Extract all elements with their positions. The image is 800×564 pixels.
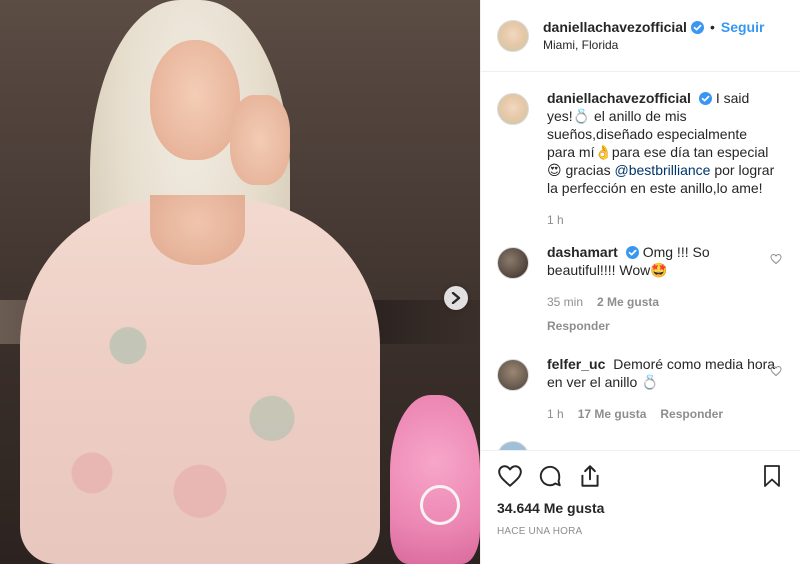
comment-username[interactable]: felfer_uc bbox=[547, 356, 605, 372]
comment-meta: 1 h 17 Me gusta Responder bbox=[547, 405, 777, 423]
author-row: daniellachavezofficial • Seguir bbox=[543, 19, 764, 35]
caption-mention-link[interactable]: @bestbrilliance bbox=[615, 162, 711, 178]
bookmark-icon[interactable] bbox=[760, 463, 784, 489]
comment-meta: 35 min 2 Me gusta bbox=[547, 293, 777, 311]
comment-text-block: dashamart Omg !!! So beautiful!!!! Wow🤩 … bbox=[547, 243, 777, 335]
commenter-avatar[interactable] bbox=[497, 247, 529, 279]
photo-pink-bear bbox=[390, 395, 480, 564]
author-avatar[interactable] bbox=[497, 19, 529, 52]
verified-badge-icon bbox=[625, 246, 639, 259]
comment-like-heart-icon[interactable] bbox=[770, 365, 782, 377]
caption-meta: 1 h bbox=[547, 211, 777, 229]
photo-face bbox=[150, 40, 240, 160]
reply-button[interactable]: Responder bbox=[547, 317, 777, 335]
author-avatar[interactable] bbox=[497, 93, 529, 125]
verified-badge-icon bbox=[698, 92, 712, 105]
comment-like-heart-icon[interactable] bbox=[770, 253, 782, 265]
comment-item: dashamart Omg !!! So beautiful!!!! Wow🤩 … bbox=[497, 243, 784, 335]
comment-icon[interactable] bbox=[537, 463, 563, 489]
photo-neckline bbox=[150, 195, 245, 265]
photo-hand-with-ring bbox=[230, 95, 290, 185]
comment-time[interactable]: 35 min bbox=[547, 293, 583, 311]
post-side-panel: daniellachavezofficial • Seguir Miami, F… bbox=[480, 0, 800, 564]
post-actions: 34.644 Me gusta HACE UNA HORA bbox=[481, 450, 800, 564]
caption-username[interactable]: daniellachavezofficial bbox=[547, 90, 691, 106]
post-header: daniellachavezofficial • Seguir Miami, F… bbox=[481, 0, 800, 72]
photo-bear-ribbon bbox=[420, 485, 460, 525]
comment-text-block: felfer_uc Demoré como media hora en ver … bbox=[547, 355, 777, 423]
post-location[interactable]: Miami, Florida bbox=[543, 38, 764, 52]
comments-list[interactable]: daniellachavezofficial I said yes!💍 el a… bbox=[481, 73, 800, 450]
reply-button[interactable]: Responder bbox=[660, 405, 723, 423]
chevron-right-icon bbox=[451, 292, 461, 304]
caption-comment: daniellachavezofficial I said yes!💍 el a… bbox=[497, 89, 784, 229]
caption-time[interactable]: 1 h bbox=[547, 211, 564, 229]
author-meta: daniellachavezofficial • Seguir Miami, F… bbox=[543, 19, 764, 52]
heart-icon[interactable] bbox=[497, 463, 523, 489]
comment-item-partial bbox=[497, 441, 784, 450]
post-photo bbox=[0, 0, 480, 564]
verified-badge-icon bbox=[690, 20, 704, 34]
comment-item: felfer_uc Demoré como media hora en ver … bbox=[497, 355, 784, 423]
action-icons-row bbox=[497, 461, 784, 491]
author-username[interactable]: daniellachavezofficial bbox=[543, 19, 687, 35]
comment-time[interactable]: 1 h bbox=[547, 405, 564, 423]
post-time[interactable]: HACE UNA HORA bbox=[497, 526, 784, 537]
follow-button[interactable]: Seguir bbox=[721, 19, 765, 35]
separator-dot: • bbox=[709, 19, 715, 35]
share-icon[interactable] bbox=[577, 463, 603, 489]
next-photo-button[interactable] bbox=[444, 286, 468, 310]
comment-likes[interactable]: 2 Me gusta bbox=[597, 293, 659, 311]
commenter-avatar[interactable] bbox=[497, 441, 529, 450]
comment-likes[interactable]: 17 Me gusta bbox=[578, 405, 647, 423]
commenter-avatar[interactable] bbox=[497, 359, 529, 391]
comment-username[interactable]: dashamart bbox=[547, 244, 618, 260]
caption-text-block: daniellachavezofficial I said yes!💍 el a… bbox=[547, 89, 777, 229]
likes-count[interactable]: 34.644 Me gusta bbox=[497, 500, 784, 516]
